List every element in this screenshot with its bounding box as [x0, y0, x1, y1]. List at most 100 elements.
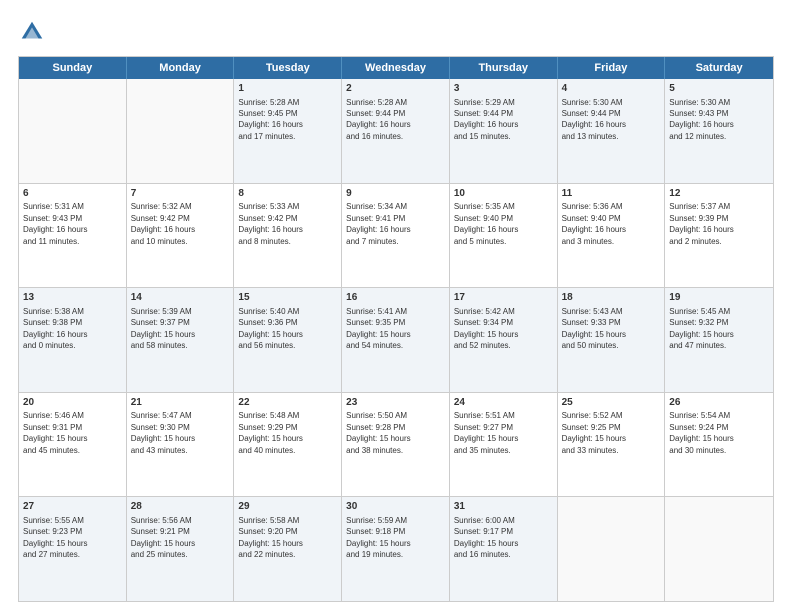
day-number: 18 — [562, 291, 661, 305]
day-cell-17: 17 Sunrise: 5:42 AM Sunset: 9:34 PM Dayli… — [450, 288, 558, 392]
day-cell-13: 13 Sunrise: 5:38 AM Sunset: 9:38 PM Dayli… — [19, 288, 127, 392]
weekday-header-wednesday: Wednesday — [342, 57, 450, 79]
day-info: Sunrise: 5:28 AM Sunset: 9:44 PM Dayligh… — [346, 98, 410, 141]
day-cell-2: 2 Sunrise: 5:28 AM Sunset: 9:44 PM Daylig… — [342, 79, 450, 183]
day-cell-12: 12Sunrise: 5:37 AM Sunset: 9:39 PM Dayli… — [665, 184, 773, 288]
day-info: Sunrise: 5:29 AM Sunset: 9:44 PM Dayligh… — [454, 98, 518, 141]
day-info: Sunrise: 5:28 AM Sunset: 9:45 PM Dayligh… — [238, 98, 302, 141]
day-number: 13 — [23, 291, 122, 305]
day-info: Sunrise: 5:30 AM Sunset: 9:43 PM Dayligh… — [669, 98, 733, 141]
day-info: Sunrise: 6:00 AM Sunset: 9:17 PM Dayligh… — [454, 516, 518, 559]
day-cell-22: 22Sunrise: 5:48 AM Sunset: 9:29 PM Dayli… — [234, 393, 342, 497]
day-cell-3: 3 Sunrise: 5:29 AM Sunset: 9:44 PM Daylig… — [450, 79, 558, 183]
day-info: Sunrise: 5:43 AM Sunset: 9:33 PM Dayligh… — [562, 307, 626, 350]
day-number: 26 — [669, 396, 769, 410]
day-cell-6: 6Sunrise: 5:31 AM Sunset: 9:43 PM Daylig… — [19, 184, 127, 288]
day-info: Sunrise: 5:34 AM Sunset: 9:41 PM Dayligh… — [346, 202, 410, 245]
calendar-row-1: 6Sunrise: 5:31 AM Sunset: 9:43 PM Daylig… — [19, 183, 773, 288]
day-info: Sunrise: 5:58 AM Sunset: 9:20 PM Dayligh… — [238, 516, 302, 559]
calendar-header: SundayMondayTuesdayWednesdayThursdayFrid… — [19, 57, 773, 79]
day-number: 2 — [346, 82, 445, 96]
day-number: 24 — [454, 396, 553, 410]
weekday-header-friday: Friday — [558, 57, 666, 79]
day-cell-18: 18 Sunrise: 5:43 AM Sunset: 9:33 PM Dayli… — [558, 288, 666, 392]
day-number: 29 — [238, 500, 337, 514]
day-number: 5 — [669, 82, 769, 96]
day-cell-20: 20Sunrise: 5:46 AM Sunset: 9:31 PM Dayli… — [19, 393, 127, 497]
day-number: 31 — [454, 500, 553, 514]
day-cell-31: 31 Sunrise: 6:00 AM Sunset: 9:17 PM Dayli… — [450, 497, 558, 601]
day-cell-24: 24Sunrise: 5:51 AM Sunset: 9:27 PM Dayli… — [450, 393, 558, 497]
day-cell-19: 19 Sunrise: 5:45 AM Sunset: 9:32 PM Dayli… — [665, 288, 773, 392]
day-cell-9: 9Sunrise: 5:34 AM Sunset: 9:41 PM Daylig… — [342, 184, 450, 288]
day-cell-23: 23Sunrise: 5:50 AM Sunset: 9:28 PM Dayli… — [342, 393, 450, 497]
header — [18, 18, 774, 46]
day-number: 11 — [562, 187, 661, 201]
empty-cell-4-5 — [558, 497, 666, 601]
day-info: Sunrise: 5:47 AM Sunset: 9:30 PM Dayligh… — [131, 411, 195, 454]
logo-icon — [18, 18, 46, 46]
calendar-row-4: 27Sunrise: 5:55 AM Sunset: 9:23 PM Dayli… — [19, 496, 773, 601]
day-cell-10: 10Sunrise: 5:35 AM Sunset: 9:40 PM Dayli… — [450, 184, 558, 288]
day-cell-4: 4 Sunrise: 5:30 AM Sunset: 9:44 PM Daylig… — [558, 79, 666, 183]
day-number: 22 — [238, 396, 337, 410]
day-number: 19 — [669, 291, 769, 305]
empty-cell-0-0 — [19, 79, 127, 183]
weekday-header-saturday: Saturday — [665, 57, 773, 79]
day-info: Sunrise: 5:54 AM Sunset: 9:24 PM Dayligh… — [669, 411, 733, 454]
day-number: 1 — [238, 82, 337, 96]
day-number: 20 — [23, 396, 122, 410]
day-info: Sunrise: 5:42 AM Sunset: 9:34 PM Dayligh… — [454, 307, 518, 350]
weekday-header-thursday: Thursday — [450, 57, 558, 79]
day-cell-26: 26Sunrise: 5:54 AM Sunset: 9:24 PM Dayli… — [665, 393, 773, 497]
page: SundayMondayTuesdayWednesdayThursdayFrid… — [0, 0, 792, 612]
day-number: 7 — [131, 187, 230, 201]
day-number: 15 — [238, 291, 337, 305]
day-number: 25 — [562, 396, 661, 410]
day-number: 17 — [454, 291, 553, 305]
calendar: SundayMondayTuesdayWednesdayThursdayFrid… — [18, 56, 774, 602]
day-info: Sunrise: 5:46 AM Sunset: 9:31 PM Dayligh… — [23, 411, 87, 454]
day-info: Sunrise: 5:39 AM Sunset: 9:37 PM Dayligh… — [131, 307, 195, 350]
day-number: 14 — [131, 291, 230, 305]
day-cell-11: 11Sunrise: 5:36 AM Sunset: 9:40 PM Dayli… — [558, 184, 666, 288]
day-cell-27: 27Sunrise: 5:55 AM Sunset: 9:23 PM Dayli… — [19, 497, 127, 601]
day-info: Sunrise: 5:35 AM Sunset: 9:40 PM Dayligh… — [454, 202, 518, 245]
day-number: 28 — [131, 500, 230, 514]
day-number: 3 — [454, 82, 553, 96]
day-number: 10 — [454, 187, 553, 201]
day-info: Sunrise: 5:59 AM Sunset: 9:18 PM Dayligh… — [346, 516, 410, 559]
weekday-header-tuesday: Tuesday — [234, 57, 342, 79]
empty-cell-4-6 — [665, 497, 773, 601]
calendar-row-3: 20Sunrise: 5:46 AM Sunset: 9:31 PM Dayli… — [19, 392, 773, 497]
logo — [18, 18, 50, 46]
day-cell-16: 16Sunrise: 5:41 AM Sunset: 9:35 PM Dayli… — [342, 288, 450, 392]
day-number: 8 — [238, 187, 337, 201]
day-number: 9 — [346, 187, 445, 201]
day-info: Sunrise: 5:40 AM Sunset: 9:36 PM Dayligh… — [238, 307, 302, 350]
day-info: Sunrise: 5:30 AM Sunset: 9:44 PM Dayligh… — [562, 98, 626, 141]
day-info: Sunrise: 5:51 AM Sunset: 9:27 PM Dayligh… — [454, 411, 518, 454]
day-cell-28: 28 Sunrise: 5:56 AM Sunset: 9:21 PM Dayli… — [127, 497, 235, 601]
day-number: 4 — [562, 82, 661, 96]
calendar-body: 1 Sunrise: 5:28 AM Sunset: 9:45 PM Daylig… — [19, 79, 773, 601]
day-info: Sunrise: 5:52 AM Sunset: 9:25 PM Dayligh… — [562, 411, 626, 454]
day-number: 6 — [23, 187, 122, 201]
day-info: Sunrise: 5:31 AM Sunset: 9:43 PM Dayligh… — [23, 202, 87, 245]
day-number: 30 — [346, 500, 445, 514]
day-number: 27 — [23, 500, 122, 514]
day-info: Sunrise: 5:45 AM Sunset: 9:32 PM Dayligh… — [669, 307, 733, 350]
day-cell-8: 8Sunrise: 5:33 AM Sunset: 9:42 PM Daylig… — [234, 184, 342, 288]
day-cell-14: 14 Sunrise: 5:39 AM Sunset: 9:37 PM Dayli… — [127, 288, 235, 392]
day-cell-5: 5 Sunrise: 5:30 AM Sunset: 9:43 PM Daylig… — [665, 79, 773, 183]
calendar-row-0: 1 Sunrise: 5:28 AM Sunset: 9:45 PM Daylig… — [19, 79, 773, 183]
day-number: 16 — [346, 291, 445, 305]
weekday-header-monday: Monday — [127, 57, 235, 79]
day-cell-25: 25Sunrise: 5:52 AM Sunset: 9:25 PM Dayli… — [558, 393, 666, 497]
day-info: Sunrise: 5:38 AM Sunset: 9:38 PM Dayligh… — [23, 307, 87, 350]
day-info: Sunrise: 5:32 AM Sunset: 9:42 PM Dayligh… — [131, 202, 195, 245]
day-info: Sunrise: 5:50 AM Sunset: 9:28 PM Dayligh… — [346, 411, 410, 454]
day-info: Sunrise: 5:37 AM Sunset: 9:39 PM Dayligh… — [669, 202, 733, 245]
day-cell-7: 7Sunrise: 5:32 AM Sunset: 9:42 PM Daylig… — [127, 184, 235, 288]
day-info: Sunrise: 5:56 AM Sunset: 9:21 PM Dayligh… — [131, 516, 195, 559]
